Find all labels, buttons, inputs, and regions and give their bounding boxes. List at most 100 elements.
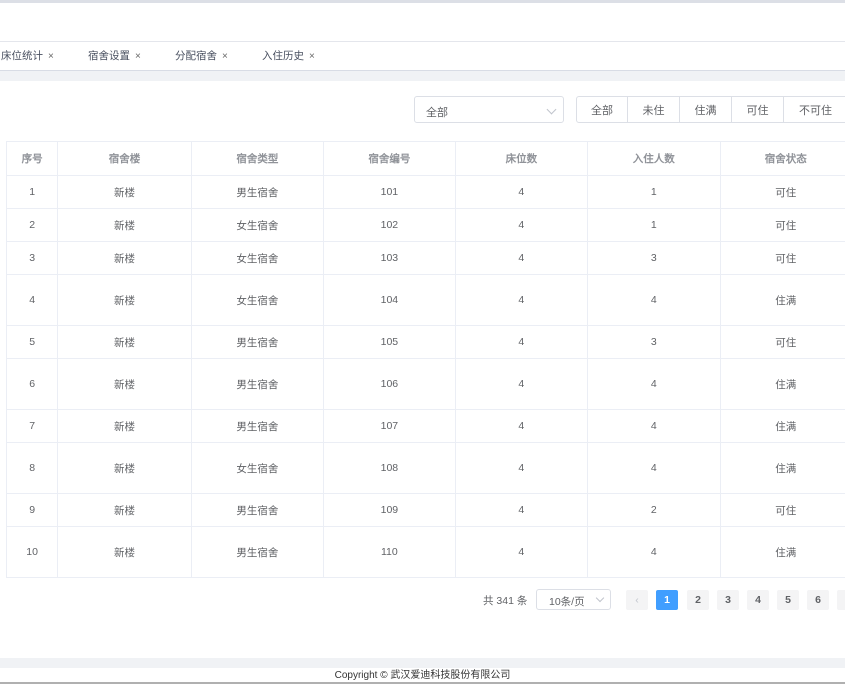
cell-index: 3 bbox=[7, 242, 59, 274]
filter-all-button[interactable]: 全部 bbox=[576, 96, 628, 123]
cell-index: 9 bbox=[7, 494, 59, 526]
filter-vacant-button[interactable]: 未住 bbox=[627, 96, 680, 123]
cell-dorm-type: 男生宿舍 bbox=[192, 494, 325, 526]
cell-dorm-number: 108 bbox=[324, 443, 456, 493]
cell-index: 8 bbox=[7, 443, 59, 493]
page-size-value: 10条/页 bbox=[549, 596, 585, 608]
cell-dorm-type: 女生宿舍 bbox=[192, 242, 325, 274]
filter-full-button[interactable]: 住满 bbox=[679, 96, 732, 123]
table-row[interactable]: 7 新楼 男生宿舍 107 4 4 住满 bbox=[7, 410, 845, 443]
cell-dorm-number: 109 bbox=[324, 494, 456, 526]
footer-gap-band bbox=[0, 658, 845, 668]
table-row[interactable]: 9 新楼 男生宿舍 109 4 2 可住 bbox=[7, 494, 845, 527]
cell-dorm-number: 110 bbox=[324, 527, 456, 577]
cell-building: 新楼 bbox=[58, 410, 192, 442]
cell-dorm-type: 女生宿舍 bbox=[192, 443, 325, 493]
cell-index: 10 bbox=[7, 527, 59, 577]
tag-checkin-history[interactable]: 入住历史 × bbox=[262, 48, 315, 64]
page-button-5[interactable]: 5 bbox=[777, 590, 799, 610]
tag-label: 入住历史 bbox=[262, 50, 304, 62]
table-row[interactable]: 1 新楼 男生宿舍 101 4 1 可住 bbox=[7, 176, 845, 209]
cell-dorm-status: 住满 bbox=[721, 410, 845, 442]
cell-dorm-number: 105 bbox=[324, 326, 456, 358]
cell-index: 5 bbox=[7, 326, 59, 358]
prev-page-button[interactable]: ‹ bbox=[626, 590, 648, 610]
close-icon[interactable]: × bbox=[309, 51, 315, 62]
cell-index: 7 bbox=[7, 410, 59, 442]
cell-building: 新楼 bbox=[58, 176, 192, 208]
table-row[interactable]: 6 新楼 男生宿舍 106 4 4 住满 bbox=[7, 359, 845, 410]
cell-building: 新楼 bbox=[58, 209, 192, 241]
table-row[interactable]: 8 新楼 女生宿舍 108 4 4 住满 bbox=[7, 443, 845, 494]
cell-dorm-status: 可住 bbox=[721, 209, 845, 241]
cell-dorm-status: 住满 bbox=[721, 443, 845, 493]
next-page-button-partial[interactable] bbox=[837, 590, 845, 610]
cell-bed-count: 4 bbox=[456, 326, 589, 358]
cell-dorm-type: 男生宿舍 bbox=[192, 359, 325, 409]
footer-copyright: Copyright © 武汉爱迪科技股份有限公司 bbox=[0, 668, 845, 682]
filter-unavailable-button[interactable]: 不可住 bbox=[783, 96, 845, 123]
cell-building: 新楼 bbox=[58, 275, 192, 325]
cell-occupants: 1 bbox=[588, 209, 721, 241]
cell-dorm-status: 可住 bbox=[721, 242, 845, 274]
chevron-down-icon bbox=[546, 104, 557, 115]
cell-index: 4 bbox=[7, 275, 59, 325]
cell-bed-count: 4 bbox=[456, 443, 589, 493]
header-building: 宿舍楼 bbox=[58, 142, 192, 175]
cell-dorm-number: 102 bbox=[324, 209, 456, 241]
cell-occupants: 4 bbox=[588, 359, 721, 409]
cell-occupants: 4 bbox=[588, 443, 721, 493]
table-row[interactable]: 4 新楼 女生宿舍 104 4 4 住满 bbox=[7, 275, 845, 326]
cell-building: 新楼 bbox=[58, 359, 192, 409]
tag-assign-dorm[interactable]: 分配宿舍 × bbox=[175, 48, 228, 64]
page-button-6[interactable]: 6 bbox=[807, 590, 829, 610]
cell-bed-count: 4 bbox=[456, 494, 589, 526]
table-row[interactable]: 10 新楼 男生宿舍 110 4 4 住满 bbox=[7, 527, 845, 578]
table-header-row: 序号 宿舍楼 宿舍类型 宿舍编号 床位数 入住人数 宿舍状态 bbox=[7, 142, 845, 176]
close-icon[interactable]: × bbox=[48, 51, 54, 62]
cell-dorm-type: 女生宿舍 bbox=[192, 275, 325, 325]
cell-dorm-status: 住满 bbox=[721, 359, 845, 409]
page-button-1[interactable]: 1 bbox=[656, 590, 678, 610]
tags-view-bar: 床位统计 × 宿舍设置 × 分配宿舍 × 入住历史 × bbox=[0, 42, 845, 71]
table-row[interactable]: 5 新楼 男生宿舍 105 4 3 可住 bbox=[7, 326, 845, 359]
cell-dorm-status: 住满 bbox=[721, 527, 845, 577]
cell-building: 新楼 bbox=[58, 242, 192, 274]
tag-dorm-settings[interactable]: 宿舍设置 × bbox=[88, 48, 141, 64]
table-row[interactable]: 2 新楼 女生宿舍 102 4 1 可住 bbox=[7, 209, 845, 242]
close-icon[interactable]: × bbox=[222, 51, 228, 62]
cell-building: 新楼 bbox=[58, 494, 192, 526]
cell-occupants: 3 bbox=[588, 326, 721, 358]
page-button-3[interactable]: 3 bbox=[717, 590, 739, 610]
cell-dorm-type: 男生宿舍 bbox=[192, 527, 325, 577]
cell-dorm-number: 103 bbox=[324, 242, 456, 274]
cell-occupants: 2 bbox=[588, 494, 721, 526]
tag-bed-statistics[interactable]: 床位统计 × bbox=[1, 48, 54, 64]
table-body: 1 新楼 男生宿舍 101 4 1 可住 2 新楼 女生宿舍 102 4 1 可住 3 新楼 女生宿舍 103 4 3… bbox=[7, 176, 845, 578]
cell-dorm-number: 101 bbox=[324, 176, 456, 208]
table-row[interactable]: 3 新楼 女生宿舍 103 4 3 可住 bbox=[7, 242, 845, 275]
chevron-down-icon bbox=[595, 593, 605, 603]
page-button-2[interactable]: 2 bbox=[687, 590, 709, 610]
building-select[interactable]: 全部 bbox=[414, 96, 564, 123]
header-dorm-status: 宿舍状态 bbox=[721, 142, 845, 175]
cell-bed-count: 4 bbox=[456, 359, 589, 409]
cell-dorm-number: 107 bbox=[324, 410, 456, 442]
cell-dorm-status: 可住 bbox=[721, 494, 845, 526]
cell-index: 6 bbox=[7, 359, 59, 409]
cell-building: 新楼 bbox=[58, 443, 192, 493]
cell-building: 新楼 bbox=[58, 326, 192, 358]
cell-dorm-type: 女生宿舍 bbox=[192, 209, 325, 241]
filter-available-button[interactable]: 可住 bbox=[731, 96, 784, 123]
close-icon[interactable]: × bbox=[135, 51, 141, 62]
cell-dorm-number: 106 bbox=[324, 359, 456, 409]
cell-bed-count: 4 bbox=[456, 527, 589, 577]
tags-gap-band bbox=[0, 71, 845, 81]
page-size-select[interactable]: 10条/页 bbox=[536, 589, 611, 610]
cell-dorm-status: 可住 bbox=[721, 326, 845, 358]
header-dorm-type: 宿舍类型 bbox=[192, 142, 325, 175]
header-dorm-number: 宿舍编号 bbox=[324, 142, 456, 175]
cell-dorm-number: 104 bbox=[324, 275, 456, 325]
cell-occupants: 3 bbox=[588, 242, 721, 274]
page-button-4[interactable]: 4 bbox=[747, 590, 769, 610]
